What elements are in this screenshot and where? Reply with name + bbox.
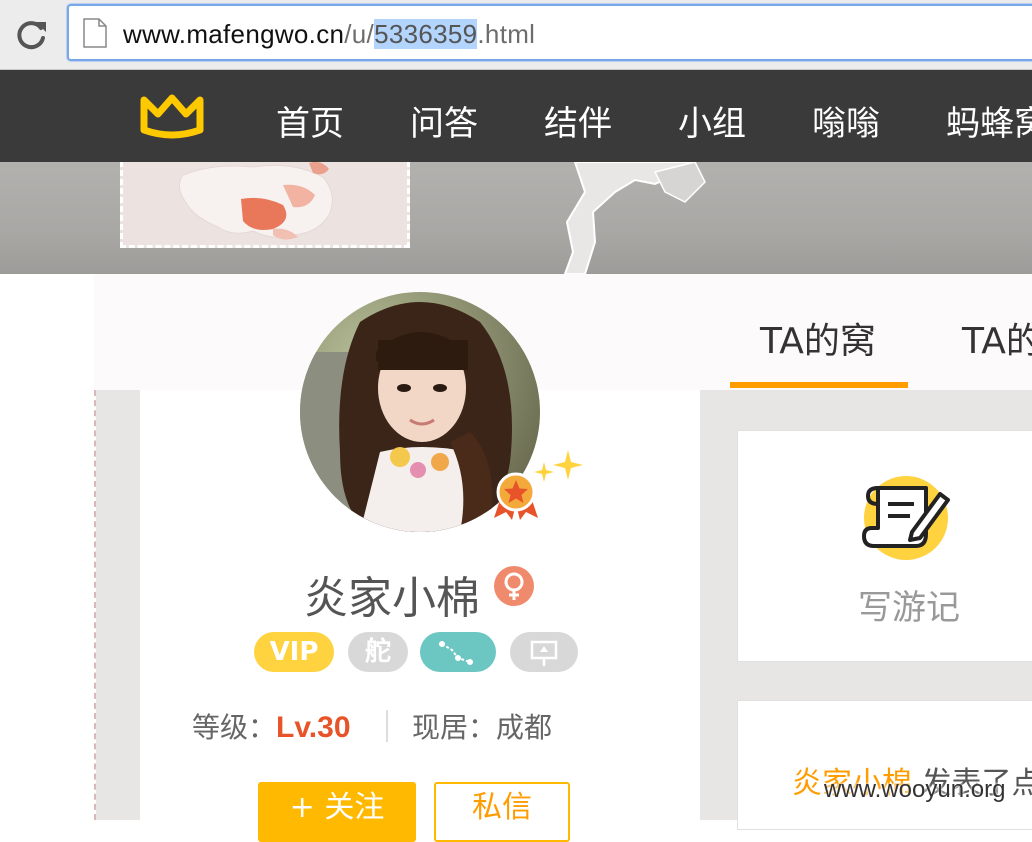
level-info: 等级：Lv.30 [192, 706, 351, 746]
residence-info: 现居：成都 [412, 706, 552, 746]
footprint-map[interactable] [120, 162, 410, 248]
mafengwo-logo-icon[interactable] [138, 86, 206, 146]
china-map-icon [179, 162, 333, 240]
left-gutter [0, 390, 96, 820]
route-badge-icon[interactable] [420, 632, 496, 672]
message-button[interactable]: 私信 [434, 782, 570, 842]
residence-label: 现居： [412, 711, 497, 744]
tab-ta-home[interactable]: TA的窝 [760, 312, 876, 364]
tab-bar-background [94, 274, 1032, 390]
residence-value: 成都 [496, 711, 553, 744]
watermark: www.wooyun.org [824, 776, 1006, 803]
vip-badge[interactable]: VIP [254, 632, 334, 672]
username: 炎家小棉 [304, 573, 480, 624]
url-suffix: .html [477, 19, 536, 49]
nav-companion[interactable]: 结伴 [544, 96, 612, 145]
female-symbol [504, 572, 524, 600]
url-text[interactable]: www.mafengwo.cn/u/5336359.html [123, 19, 535, 50]
write-travelogue-label[interactable]: 写游记 [858, 580, 960, 629]
level-label: 等级： [192, 711, 277, 744]
url-host: www.mafengwo.cn [123, 19, 345, 49]
nav-home[interactable]: 首页 [276, 96, 344, 145]
profile-banner [0, 162, 1032, 274]
url-selection: 5336359 [374, 19, 478, 49]
active-tab-indicator [730, 382, 908, 388]
nav-groups[interactable]: 小组 [678, 96, 746, 145]
female-icon [494, 566, 534, 606]
photo-icon [530, 640, 558, 666]
url-path: /u/ [344, 19, 375, 49]
south-america-map-icon [563, 162, 706, 274]
rudder-badge[interactable]: 舵 [348, 632, 408, 672]
route-icon [439, 641, 473, 665]
write-travelogue-icon[interactable] [860, 474, 956, 560]
tab-ta-second[interactable]: TA的 [962, 312, 1032, 364]
reload-icon[interactable] [14, 18, 48, 52]
level-value[interactable]: Lv.30 [276, 711, 351, 744]
sparkle-icon [534, 450, 583, 482]
nav-mafengwo[interactable]: 蚂蜂窝 [946, 96, 1032, 145]
site-navigation: 首页 问答 结伴 小组 嗡嗡 蚂蜂窝 [0, 70, 1032, 162]
page-icon [83, 18, 107, 48]
follow-button[interactable]: + 关注 [258, 782, 416, 842]
address-bar[interactable]: www.mafengwo.cn/u/5336359.html [67, 4, 1032, 61]
nav-qa[interactable]: 问答 [410, 96, 478, 145]
nav-wengweng[interactable]: 嗡嗡 [812, 96, 880, 145]
stats-divider [386, 710, 388, 742]
photo-badge-icon[interactable] [510, 632, 578, 672]
browser-toolbar: www.mafengwo.cn/u/5336359.html [0, 0, 1032, 70]
